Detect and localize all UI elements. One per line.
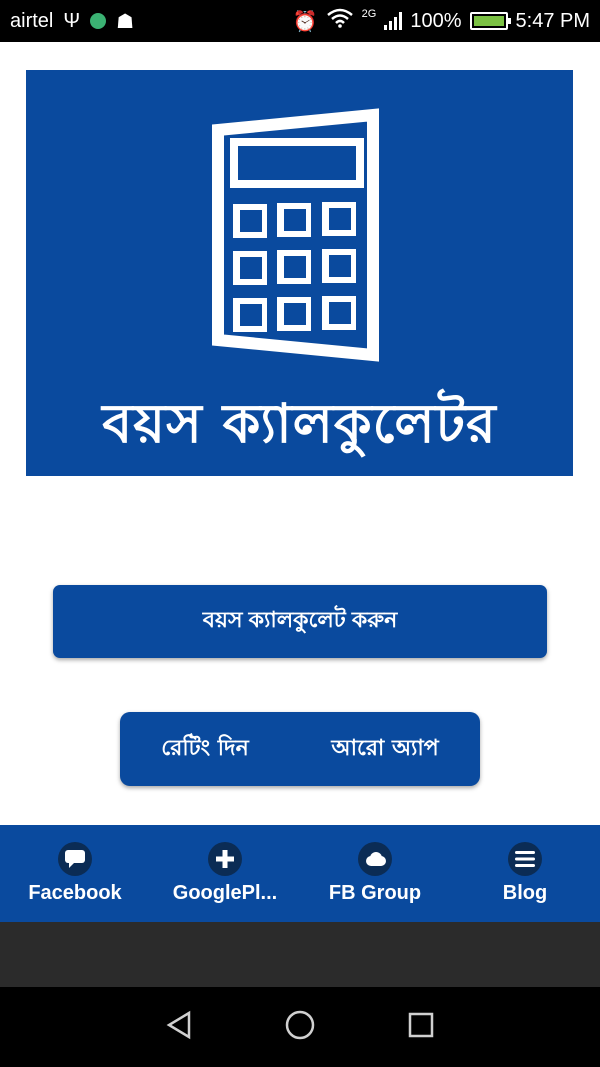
home-icon[interactable] — [284, 1009, 316, 1045]
battery-icon — [469, 12, 511, 30]
nav-label-fb-group: FB Group — [328, 882, 422, 904]
secondary-actions: রেটিং দিন আরো অ্যাপ — [120, 712, 480, 786]
rate-app-button[interactable]: রেটিং দিন — [151, 723, 258, 776]
status-left: airtel Ψ ☗ — [10, 9, 134, 34]
clock-time: 5:47 PM — [515, 9, 590, 32]
nav-item-blog[interactable]: Blog — [450, 825, 600, 922]
calculate-age-button[interactable]: বয়স ক্যালকুলেট করুন — [53, 585, 547, 658]
banner-title: বয়স ক্যালকুলেটর — [102, 391, 497, 455]
nav-label-facebook: Facebook — [28, 882, 122, 904]
battery-percent: 100% — [410, 9, 462, 32]
recents-icon[interactable] — [407, 1011, 435, 1043]
alarm-icon: ⏰ — [292, 10, 318, 33]
nav-item-fb-group[interactable]: FB Group — [300, 825, 450, 922]
signal-icon — [384, 12, 403, 30]
status-right: ⏰ 2G 100% 5:47 PM — [293, 8, 590, 34]
plus-icon — [208, 842, 242, 876]
globe-icon — [90, 13, 107, 29]
wifi-icon — [326, 8, 354, 34]
more-apps-button[interactable]: আরো অ্যাপ — [321, 723, 448, 776]
carrier-name: airtel — [10, 9, 54, 32]
network-type: 2G — [361, 8, 377, 20]
bottom-nav: Facebook GooglePl... FB Group Blog — [0, 825, 600, 922]
nav-label-blog: Blog — [502, 882, 548, 904]
chat-bubble-icon — [58, 842, 92, 876]
status-bar: airtel Ψ ☗ ⏰ 2G 100% 5:47 PM — [0, 0, 600, 42]
ad-area — [0, 922, 600, 987]
cloud-icon — [358, 842, 392, 876]
nav-label-googleplay: GooglePl... — [172, 882, 278, 904]
nav-item-googleplay[interactable]: GooglePl... — [150, 825, 300, 922]
back-icon[interactable] — [165, 1010, 193, 1044]
menu-icon — [508, 842, 542, 876]
system-nav-bar — [0, 987, 600, 1067]
android-debug-icon: ☗ — [116, 10, 135, 33]
usb-icon: Ψ — [63, 9, 81, 32]
nav-item-facebook[interactable]: Facebook — [0, 825, 150, 922]
app-banner: বয়স ক্যালকুলেটর — [26, 70, 573, 476]
